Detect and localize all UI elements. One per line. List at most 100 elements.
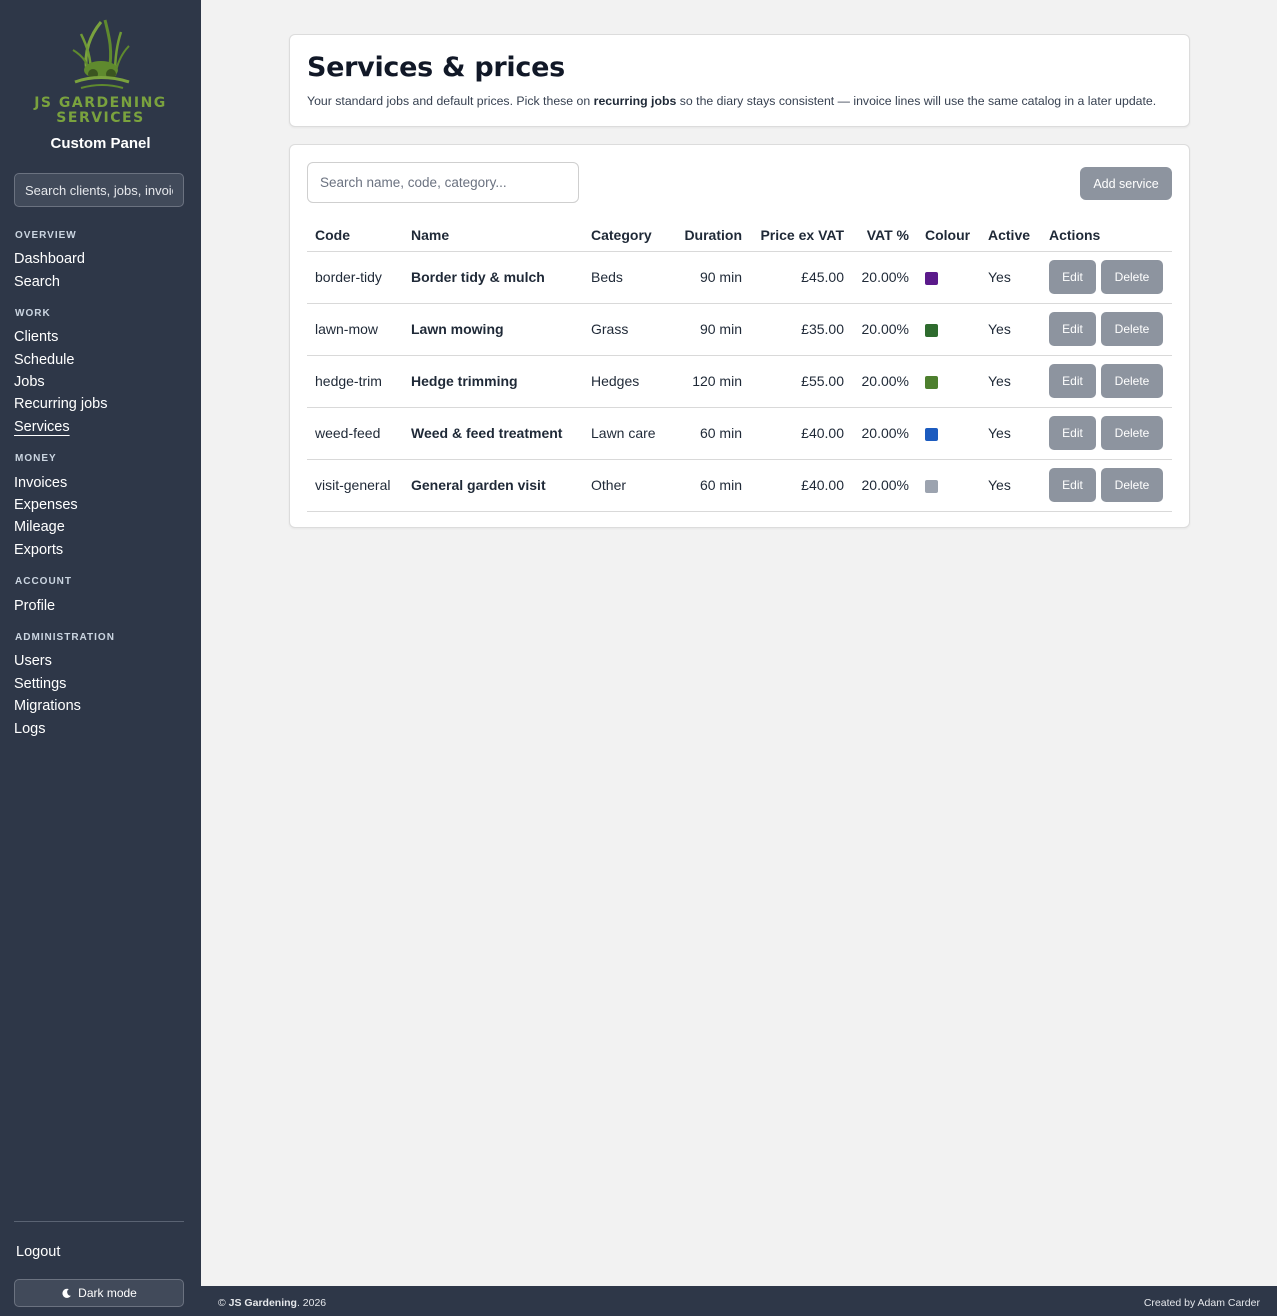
- edit-button[interactable]: Edit: [1049, 416, 1096, 450]
- global-search-input[interactable]: [14, 173, 184, 207]
- cell-name: Hedge trimming: [403, 355, 583, 408]
- cell-price: £40.00: [750, 459, 852, 512]
- cell-duration: 90 min: [668, 303, 750, 356]
- colour-swatch: [925, 479, 938, 493]
- cell-vat: 20.00%: [852, 459, 917, 512]
- cell-name: General garden visit: [403, 459, 583, 512]
- edit-button[interactable]: Edit: [1049, 260, 1096, 294]
- column-header-active: Active: [980, 220, 1041, 252]
- cell-price: £55.00: [750, 355, 852, 408]
- copyright-symbol: ©: [218, 1297, 226, 1309]
- service-search-input[interactable]: [307, 162, 579, 203]
- table-row: border-tidy Border tidy & mulch Beds 90 min…: [307, 251, 1172, 304]
- nav-section-money: MONEY: [15, 453, 57, 464]
- delete-button[interactable]: Delete: [1101, 364, 1163, 398]
- cell-active: Yes: [980, 251, 1041, 304]
- cell-code: visit-general: [307, 459, 403, 512]
- page-header-card: Services & prices Your standard jobs and…: [289, 34, 1190, 127]
- column-header-duration: Duration: [668, 220, 750, 252]
- cell-category: Hedges: [583, 355, 668, 408]
- column-header-category: Category: [583, 220, 668, 252]
- cell-name: Weed & feed treatment: [403, 407, 583, 460]
- cell-price: £35.00: [750, 303, 852, 356]
- sidebar-item-profile[interactable]: Profile: [14, 598, 55, 614]
- cell-actions: Edit Delete: [1041, 303, 1172, 356]
- table-row: hedge-trim Hedge trimming Hedges 120 min £55…: [307, 355, 1172, 408]
- delete-button[interactable]: Delete: [1101, 468, 1163, 502]
- cell-actions: Edit Delete: [1041, 251, 1172, 304]
- column-header-vat: VAT %: [852, 220, 917, 252]
- cell-vat: 20.00%: [852, 303, 917, 356]
- cell-active: Yes: [980, 355, 1041, 408]
- sidebar-item-jobs[interactable]: Jobs: [14, 374, 45, 390]
- cell-active: Yes: [980, 303, 1041, 356]
- sidebar-item-logs[interactable]: Logs: [14, 721, 45, 737]
- cell-duration: 90 min: [668, 251, 750, 304]
- cell-colour: [917, 459, 980, 512]
- edit-button[interactable]: Edit: [1049, 468, 1096, 502]
- column-header-price: Price ex VAT: [750, 220, 852, 252]
- dark-mode-label: Dark mode: [78, 1286, 137, 1300]
- nav-section-account: ACCOUNT: [15, 576, 72, 587]
- cell-vat: 20.00%: [852, 407, 917, 460]
- brand-logo[interactable]: JS GARDENING SERVICES Custom Panel: [0, 14, 201, 152]
- cell-duration: 60 min: [668, 459, 750, 512]
- table-row: lawn-mow Lawn mowing Grass 90 min £35.00 20.0…: [307, 303, 1172, 356]
- cell-price: £45.00: [750, 251, 852, 304]
- table-row: visit-general General garden visit Other 60…: [307, 459, 1172, 512]
- cell-vat: 20.00%: [852, 355, 917, 408]
- sidebar-item-clients[interactable]: Clients: [14, 329, 58, 345]
- subtitle-post: so the diary stays consistent — invoice …: [676, 94, 1157, 108]
- sidebar-item-services[interactable]: Services: [14, 419, 70, 435]
- sidebar-item-schedule[interactable]: Schedule: [14, 352, 74, 368]
- delete-button[interactable]: Delete: [1101, 260, 1163, 294]
- cell-duration: 120 min: [668, 355, 750, 408]
- nav-section-work: WORK: [15, 308, 51, 319]
- cell-code: hedge-trim: [307, 355, 403, 408]
- sidebar: JS GARDENING SERVICES Custom Panel OVERV…: [0, 0, 201, 1316]
- sidebar-item-migrations[interactable]: Migrations: [14, 698, 81, 714]
- delete-button[interactable]: Delete: [1101, 312, 1163, 346]
- sidebar-item-mileage[interactable]: Mileage: [14, 519, 65, 535]
- cell-code: weed-feed: [307, 407, 403, 460]
- column-header-colour: Colour: [917, 220, 980, 252]
- sidebar-item-invoices[interactable]: Invoices: [14, 475, 67, 491]
- logout-link[interactable]: Logout: [16, 1244, 60, 1260]
- page-title: Services & prices: [307, 52, 565, 83]
- sidebar-item-settings[interactable]: Settings: [14, 676, 66, 692]
- cell-vat: 20.00%: [852, 251, 917, 304]
- cell-code: border-tidy: [307, 251, 403, 304]
- sidebar-item-users[interactable]: Users: [14, 653, 52, 669]
- cell-category: Beds: [583, 251, 668, 304]
- cell-actions: Edit Delete: [1041, 407, 1172, 460]
- nav-section-administration: ADMINISTRATION: [15, 632, 115, 643]
- cell-price: £40.00: [750, 407, 852, 460]
- cell-colour: [917, 407, 980, 460]
- colour-swatch: [925, 375, 938, 389]
- colour-swatch: [925, 271, 938, 285]
- services-table: Code Name Category Duration Price ex VAT…: [307, 220, 1172, 512]
- sidebar-item-recurring-jobs[interactable]: Recurring jobs: [14, 396, 108, 412]
- footer-year: . 2026: [296, 1297, 327, 1309]
- delete-button[interactable]: Delete: [1101, 416, 1163, 450]
- page-footer: © JS Gardening. 2026 Created by Adam Car…: [201, 1286, 1277, 1316]
- column-header-actions: Actions: [1041, 220, 1172, 252]
- brand-name: JS GARDENING SERVICES: [34, 95, 167, 126]
- cell-category: Other: [583, 459, 668, 512]
- cell-category: Grass: [583, 303, 668, 356]
- sidebar-item-exports[interactable]: Exports: [14, 542, 63, 558]
- add-service-button[interactable]: Add service: [1080, 167, 1172, 200]
- cell-duration: 60 min: [668, 407, 750, 460]
- table-row: weed-feed Weed & feed treatment Lawn care 6…: [307, 407, 1172, 460]
- dark-mode-button[interactable]: Dark mode: [14, 1279, 184, 1307]
- moon-icon: [62, 1288, 72, 1298]
- sidebar-item-expenses[interactable]: Expenses: [14, 497, 78, 513]
- sidebar-item-dashboard[interactable]: Dashboard: [14, 251, 85, 267]
- subtitle-pre: Your standard jobs and default prices. P…: [307, 94, 594, 108]
- panel-title: Custom Panel: [50, 135, 151, 152]
- column-header-name: Name: [403, 220, 583, 252]
- edit-button[interactable]: Edit: [1049, 312, 1096, 346]
- colour-swatch: [925, 427, 938, 441]
- sidebar-item-search[interactable]: Search: [14, 274, 60, 290]
- edit-button[interactable]: Edit: [1049, 364, 1096, 398]
